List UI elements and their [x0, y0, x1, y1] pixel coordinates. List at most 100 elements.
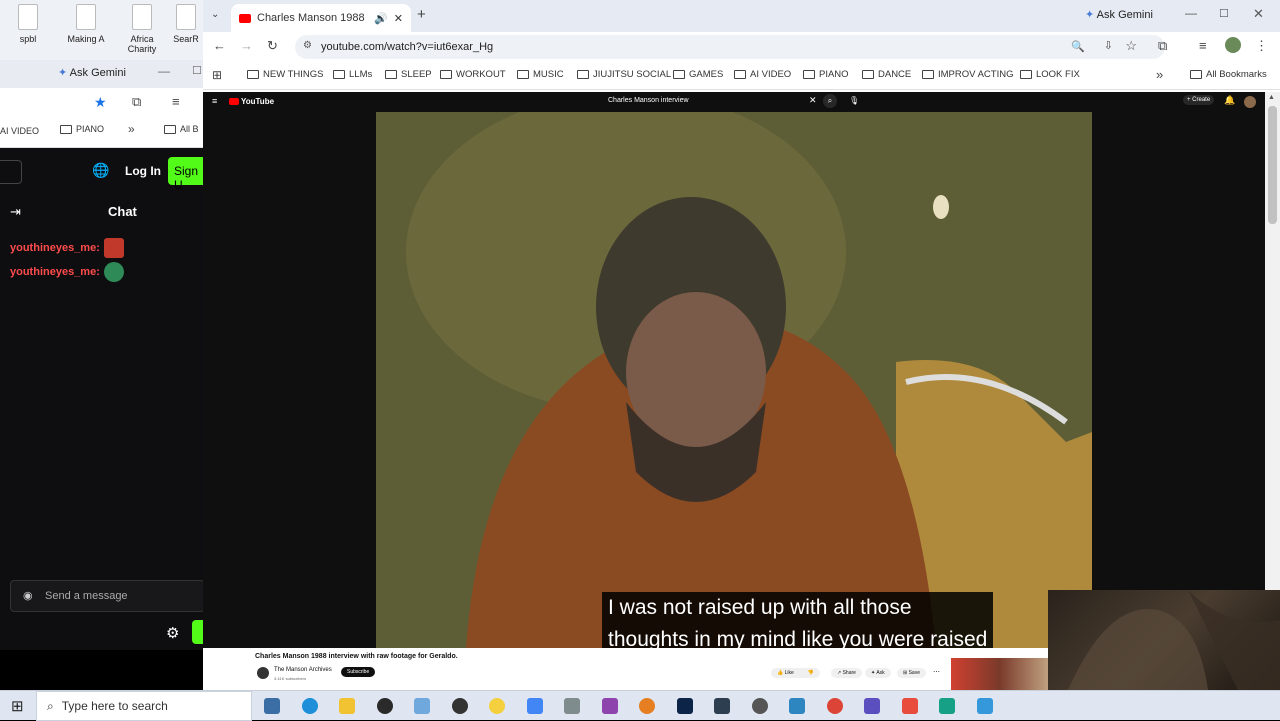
message-input[interactable]: ◉ Send a message — [10, 580, 205, 612]
app-icon[interactable] — [602, 698, 618, 714]
scrollbar-thumb[interactable] — [1268, 106, 1277, 224]
hamburger-menu-icon[interactable]: ≡ — [212, 96, 217, 106]
app-icon[interactable] — [977, 698, 993, 714]
bookmark-folder[interactable]: GAMES — [673, 69, 723, 80]
apps-icon[interactable]: ⊞ — [212, 68, 222, 82]
maximize-icon[interactable]: ☐ — [1219, 7, 1229, 20]
channel-avatar[interactable] — [257, 667, 269, 679]
video-player[interactable]: I was not raised up with all those thoug… — [376, 112, 1092, 648]
like-dislike-group[interactable]: 👍 Like 👎 — [771, 668, 821, 678]
new-tab-icon[interactable]: + — [417, 6, 426, 23]
more-actions-icon[interactable]: ⋯ — [933, 668, 940, 676]
ask-button[interactable]: ✦ Ask — [865, 668, 891, 678]
davinci-icon[interactable] — [714, 698, 730, 714]
edge-icon[interactable] — [302, 698, 318, 714]
site-info-icon[interactable]: ⚙ — [303, 40, 312, 51]
more-bookmarks-icon[interactable]: » — [128, 122, 135, 136]
photoshop-icon[interactable] — [677, 698, 693, 714]
firefox-icon[interactable] — [639, 698, 655, 714]
clear-search-icon[interactable]: ✕ — [809, 95, 817, 106]
bookmark-folder[interactable]: NEW THINGS — [247, 69, 324, 80]
ask-gemini-button[interactable]: ✦ Ask Gemini — [58, 66, 126, 79]
channel-name[interactable]: The Manson Archives — [274, 667, 332, 673]
related-thumbnail[interactable] — [951, 658, 1048, 690]
close-tab-icon[interactable]: ✕ — [394, 12, 403, 25]
back-bookmark[interactable]: All B — [164, 124, 199, 134]
tab-youtube[interactable]: Charles Manson 1988 interv 🔊 ✕ — [231, 4, 411, 32]
scroll-up-icon[interactable]: ▲ — [1268, 94, 1275, 101]
minimize-icon[interactable]: — — [1185, 6, 1197, 20]
profile-avatar[interactable] — [1225, 37, 1241, 53]
taskbar-search-input[interactable]: ⌕ Type here to search — [36, 691, 252, 721]
app-icon[interactable] — [414, 698, 430, 714]
audio-icon[interactable]: 🔊 — [374, 12, 388, 25]
close-window-icon[interactable]: ✕ — [1253, 6, 1264, 22]
app-icon[interactable] — [939, 698, 955, 714]
url-input[interactable]: ⚙ youtube.com/watch?v=iut6exar_Hg 🔍 ⇩ ☆ — [295, 35, 1165, 59]
subscribe-button[interactable]: Subscribe — [341, 667, 376, 677]
media-control-icon[interactable]: ≡ — [1199, 38, 1207, 53]
like-button[interactable]: 👍 Like — [777, 670, 794, 676]
bookmark-folder[interactable]: LOOK FIX — [1020, 69, 1080, 80]
windows-start-icon[interactable]: ⊞ — [11, 697, 24, 715]
bookmark-folder[interactable]: DANCE — [862, 69, 911, 80]
brave-icon[interactable] — [902, 698, 918, 714]
bookmark-folder[interactable]: IMPROV ACTING — [922, 69, 1013, 80]
ask-gemini-button[interactable]: ✦ Ask Gemini — [1085, 8, 1153, 21]
task-view-icon[interactable] — [264, 698, 280, 714]
bookmark-folder[interactable]: PIANO — [803, 69, 849, 80]
desktop-icon[interactable]: spbl — [2, 4, 54, 44]
mic-icon[interactable]: 🎙 — [849, 96, 859, 105]
bookmark-folder[interactable]: LLMs — [333, 69, 372, 80]
bookmark-folder[interactable]: SLEEP — [385, 69, 432, 80]
app-icon[interactable] — [752, 698, 768, 714]
app-icon[interactable] — [564, 698, 580, 714]
app-icon[interactable] — [377, 698, 393, 714]
settings-gear-icon[interactable]: ⚙ — [166, 624, 179, 642]
create-button[interactable]: + Create — [1183, 95, 1215, 105]
desktop-icon[interactable]: SearR — [168, 4, 204, 44]
search-box[interactable] — [0, 160, 22, 184]
bookmark-folder[interactable]: MUSIC — [517, 69, 564, 80]
signup-button[interactable]: Sign U — [168, 157, 208, 192]
back-bookmark[interactable]: AI VIDEO — [0, 126, 39, 136]
collapse-chat-icon[interactable]: ⇥ — [10, 204, 21, 220]
all-bookmarks[interactable]: All Bookmarks — [1190, 69, 1267, 80]
save-button[interactable]: ⊞ Save — [897, 668, 926, 678]
search-icon[interactable]: ⌕ — [823, 94, 837, 108]
search-query[interactable]: Charles Manson interview — [608, 97, 689, 104]
youtube-logo[interactable]: YouTube — [241, 97, 274, 106]
scrollbar[interactable]: ▲ ▼ — [1265, 92, 1280, 648]
more-bookmarks-icon[interactable]: » — [1156, 67, 1163, 82]
menu-icon[interactable]: ⋮ — [1255, 38, 1268, 54]
reload-icon[interactable]: ↻ — [267, 38, 278, 54]
extensions-icon[interactable]: ⧉ — [132, 94, 141, 110]
lightbulb-icon[interactable] — [489, 698, 505, 714]
bookmark-folder[interactable]: JIUJITSU SOCIAL — [577, 69, 671, 80]
zoom-icon[interactable]: 🔍 — [1071, 40, 1085, 53]
back-bookmark[interactable]: PIANO — [60, 124, 104, 134]
account-avatar[interactable] — [1244, 96, 1256, 108]
chrome-icon[interactable] — [827, 698, 843, 714]
bookmark-folder[interactable]: AI VIDEO — [734, 69, 791, 80]
media-icon[interactable]: ≡ — [172, 94, 180, 109]
obs-icon[interactable] — [452, 698, 468, 714]
star-icon[interactable]: ★ — [94, 94, 107, 111]
tab-search-icon[interactable]: ⌄ — [211, 9, 219, 20]
minimize-icon[interactable]: — — [158, 64, 170, 78]
extensions-icon[interactable]: ⧉ — [1158, 38, 1167, 54]
login-button[interactable]: Log In — [125, 164, 161, 178]
desktop-icon[interactable]: Making A — [60, 4, 112, 44]
bookmark-folder[interactable]: WORKOUT — [440, 69, 506, 80]
youtube-logo-icon[interactable] — [229, 98, 239, 105]
install-icon[interactable]: ⇩ — [1104, 39, 1113, 52]
globe-icon[interactable]: 🌐 — [92, 162, 109, 179]
bookmark-star-icon[interactable]: ☆ — [1125, 38, 1137, 54]
share-button[interactable]: ↗ Share — [831, 668, 862, 678]
dislike-icon[interactable]: 👎 — [808, 670, 814, 676]
maximize-icon[interactable]: ☐ — [192, 64, 202, 77]
app-icon[interactable] — [789, 698, 805, 714]
file-explorer-icon[interactable] — [339, 698, 355, 714]
desktop-icon[interactable]: Africa Charity — [116, 4, 168, 54]
back-icon[interactable]: ← — [213, 38, 226, 53]
